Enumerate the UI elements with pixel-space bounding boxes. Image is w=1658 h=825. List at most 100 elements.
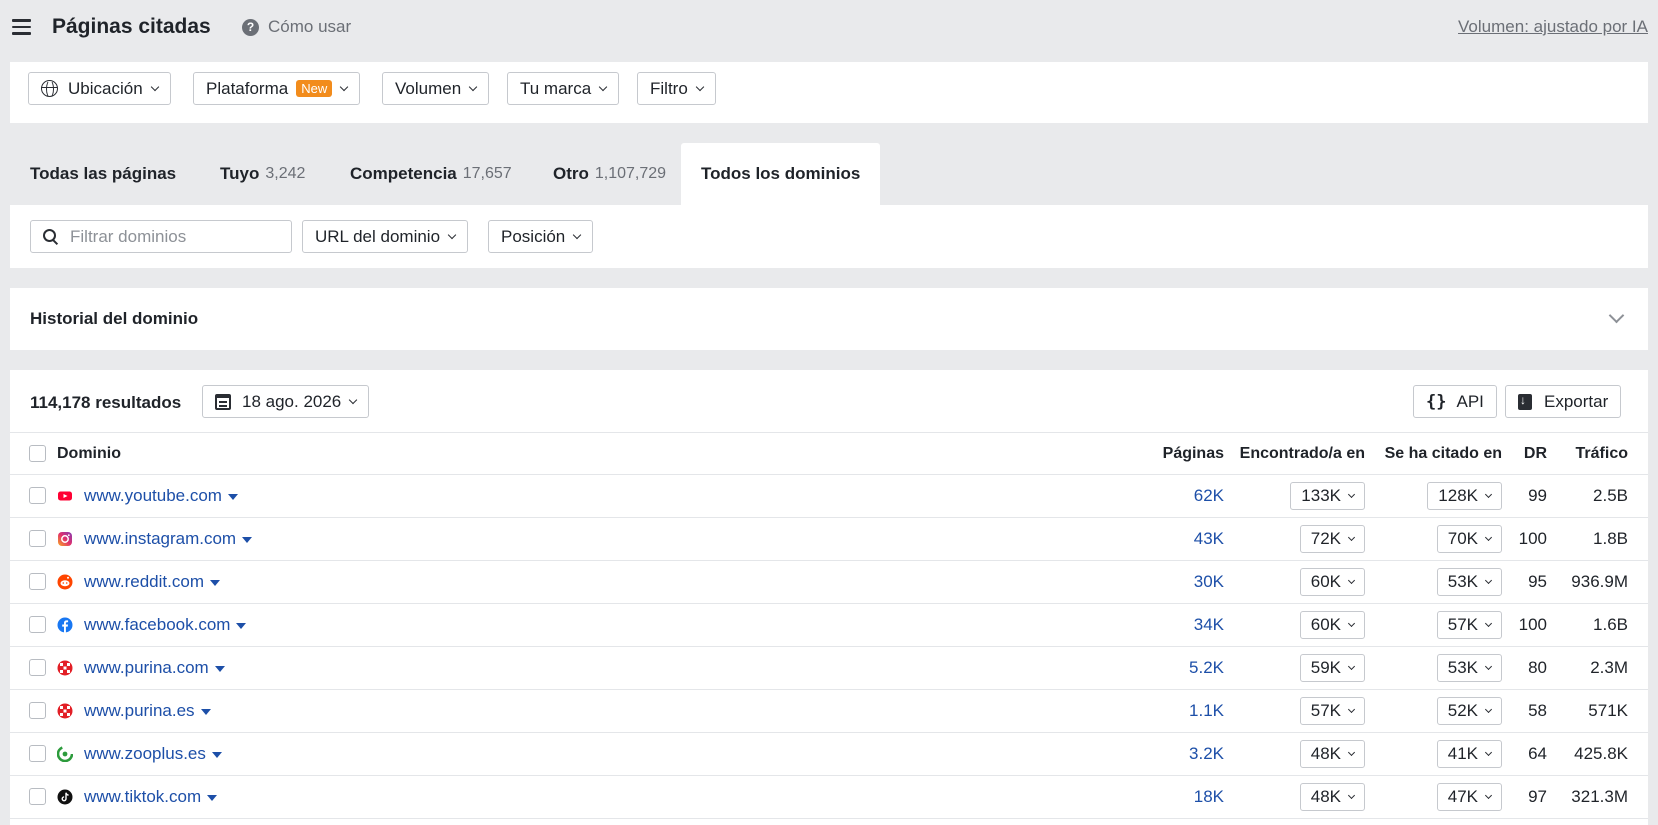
row-checkbox[interactable]	[29, 788, 46, 805]
tab-other[interactable]: Otro 1,107,729	[553, 143, 666, 205]
row-checkbox[interactable]	[29, 702, 46, 719]
domain-link[interactable]: www.youtube.com	[84, 486, 238, 506]
found-in-dropdown[interactable]: 133K	[1290, 482, 1365, 510]
menu-icon[interactable]	[12, 19, 31, 35]
domain-link[interactable]: www.purina.es	[84, 701, 211, 721]
filter-button[interactable]: Filtro	[637, 72, 716, 105]
column-traffic[interactable]: Tráfico	[1576, 445, 1628, 463]
chevron-down-icon	[695, 82, 705, 91]
dr-value: 99	[1528, 486, 1547, 505]
found-in-dropdown[interactable]: 72K	[1299, 525, 1365, 553]
domain-link[interactable]: www.instagram.com	[84, 529, 253, 549]
found-in-dropdown[interactable]: 57K	[1299, 697, 1365, 725]
chevron-down-icon	[1347, 705, 1356, 713]
pages-value[interactable]: 1.1K	[1189, 701, 1224, 721]
help-icon[interactable]: ?	[242, 19, 259, 36]
cited-in-dropdown[interactable]: 41K	[1436, 740, 1502, 768]
row-checkbox[interactable]	[29, 487, 46, 504]
caret-down-icon[interactable]	[207, 794, 218, 801]
export-button[interactable]: Exportar	[1505, 385, 1622, 418]
row-checkbox[interactable]	[29, 530, 46, 547]
found-in-dropdown[interactable]: 59K	[1299, 654, 1365, 682]
api-button[interactable]: {} API	[1413, 385, 1497, 418]
volume-filter-button[interactable]: Volumen	[382, 72, 490, 105]
found-in-dropdown[interactable]: 48K	[1299, 783, 1365, 811]
pages-value[interactable]: 3.2K	[1189, 744, 1224, 764]
brand-filter-button[interactable]: Tu marca	[507, 72, 620, 105]
row-checkbox[interactable]	[29, 745, 46, 762]
row-checkbox[interactable]	[29, 659, 46, 676]
pages-value[interactable]: 30K	[1194, 572, 1224, 592]
code-braces-icon: {}	[1426, 391, 1447, 412]
domain-link[interactable]: www.facebook.com	[84, 615, 247, 635]
tab-all-domains[interactable]: Todos los dominios	[681, 143, 881, 205]
dr-value: 58	[1528, 701, 1547, 720]
domain-link[interactable]: www.zooplus.es	[84, 744, 222, 764]
cited-in-dropdown[interactable]: 57K	[1436, 611, 1502, 639]
domain-link[interactable]: www.purina.com	[84, 658, 225, 678]
table-row: www.tiktok.com 18K 48K 47K 97 321.3M	[10, 776, 1648, 819]
chevron-down-icon	[1347, 748, 1356, 756]
tab-yours[interactable]: Tuyo 3,242	[220, 143, 305, 205]
position-filter-button[interactable]: Posición	[488, 220, 594, 253]
zooplus-icon	[56, 745, 74, 763]
domain-url-filter-button[interactable]: URL del dominio	[302, 220, 469, 253]
download-icon	[1518, 393, 1532, 410]
found-in-dropdown[interactable]: 60K	[1299, 568, 1365, 596]
chevron-down-icon	[1484, 490, 1493, 498]
caret-down-icon[interactable]	[227, 493, 238, 500]
table-row: www.purina.es 1.1K 57K 52K 58 571K	[10, 690, 1648, 733]
platform-filter-button[interactable]: Plataforma New	[193, 72, 361, 105]
purina-icon	[57, 703, 73, 719]
tab-all-pages[interactable]: Todas las páginas	[30, 143, 176, 205]
pages-value[interactable]: 18K	[1194, 787, 1224, 807]
caret-down-icon[interactable]	[242, 536, 253, 543]
caret-down-icon[interactable]	[200, 708, 211, 715]
chevron-down-icon	[1484, 662, 1493, 670]
volume-adjusted-link[interactable]: Volumen: ajustado por IA	[1458, 17, 1648, 37]
cited-in-dropdown[interactable]: 70K	[1436, 525, 1502, 553]
caret-down-icon[interactable]	[236, 622, 247, 629]
cited-in-dropdown[interactable]: 53K	[1436, 654, 1502, 682]
column-domain[interactable]: Dominio	[57, 445, 121, 463]
purina-icon	[57, 660, 73, 676]
pages-value[interactable]: 5.2K	[1189, 658, 1224, 678]
cited-in-dropdown[interactable]: 128K	[1427, 482, 1502, 510]
cited-in-dropdown[interactable]: 52K	[1436, 697, 1502, 725]
domain-link[interactable]: www.tiktok.com	[84, 787, 218, 807]
traffic-value: 571K	[1588, 701, 1628, 720]
search-input[interactable]	[70, 226, 270, 247]
row-checkbox[interactable]	[29, 616, 46, 633]
caret-down-icon[interactable]	[211, 751, 222, 758]
date-picker-button[interactable]: 18 ago. 2026	[202, 385, 370, 418]
found-in-dropdown[interactable]: 60K	[1299, 611, 1365, 639]
domain-link[interactable]: www.reddit.com	[84, 572, 220, 592]
found-in-dropdown[interactable]: 48K	[1299, 740, 1365, 768]
caret-down-icon[interactable]	[214, 665, 225, 672]
column-cited-in[interactable]: Se ha citado en	[1385, 445, 1502, 463]
traffic-value: 425.8K	[1574, 744, 1628, 763]
chevron-down-icon	[339, 82, 349, 91]
tab-competition[interactable]: Competencia 17,657	[350, 143, 512, 205]
dr-value: 100	[1518, 529, 1547, 548]
search-icon	[43, 229, 58, 244]
pages-value[interactable]: 43K	[1194, 529, 1224, 549]
chevron-down-icon	[1484, 791, 1493, 799]
results-count: 114,178 resultados	[30, 393, 182, 412]
chevron-down-icon[interactable]	[1608, 307, 1625, 324]
cited-in-dropdown[interactable]: 47K	[1436, 783, 1502, 811]
select-all-checkbox[interactable]	[29, 445, 46, 462]
pages-value[interactable]: 34K	[1194, 615, 1224, 635]
row-checkbox[interactable]	[29, 573, 46, 590]
cited-in-dropdown[interactable]: 53K	[1436, 568, 1502, 596]
column-found-in[interactable]: Encontrado/a en	[1240, 445, 1365, 463]
pages-value[interactable]: 62K	[1194, 486, 1224, 506]
instagram-icon	[57, 531, 73, 547]
column-pages[interactable]: Páginas	[1163, 445, 1224, 463]
column-dr[interactable]: DR	[1524, 445, 1547, 463]
how-to-use-link[interactable]: Cómo usar	[268, 17, 351, 37]
traffic-value: 2.5B	[1593, 486, 1628, 505]
domain-history-panel[interactable]: Historial del dominio	[10, 288, 1648, 350]
caret-down-icon[interactable]	[209, 579, 220, 586]
location-filter-button[interactable]: Ubicación	[28, 72, 171, 105]
